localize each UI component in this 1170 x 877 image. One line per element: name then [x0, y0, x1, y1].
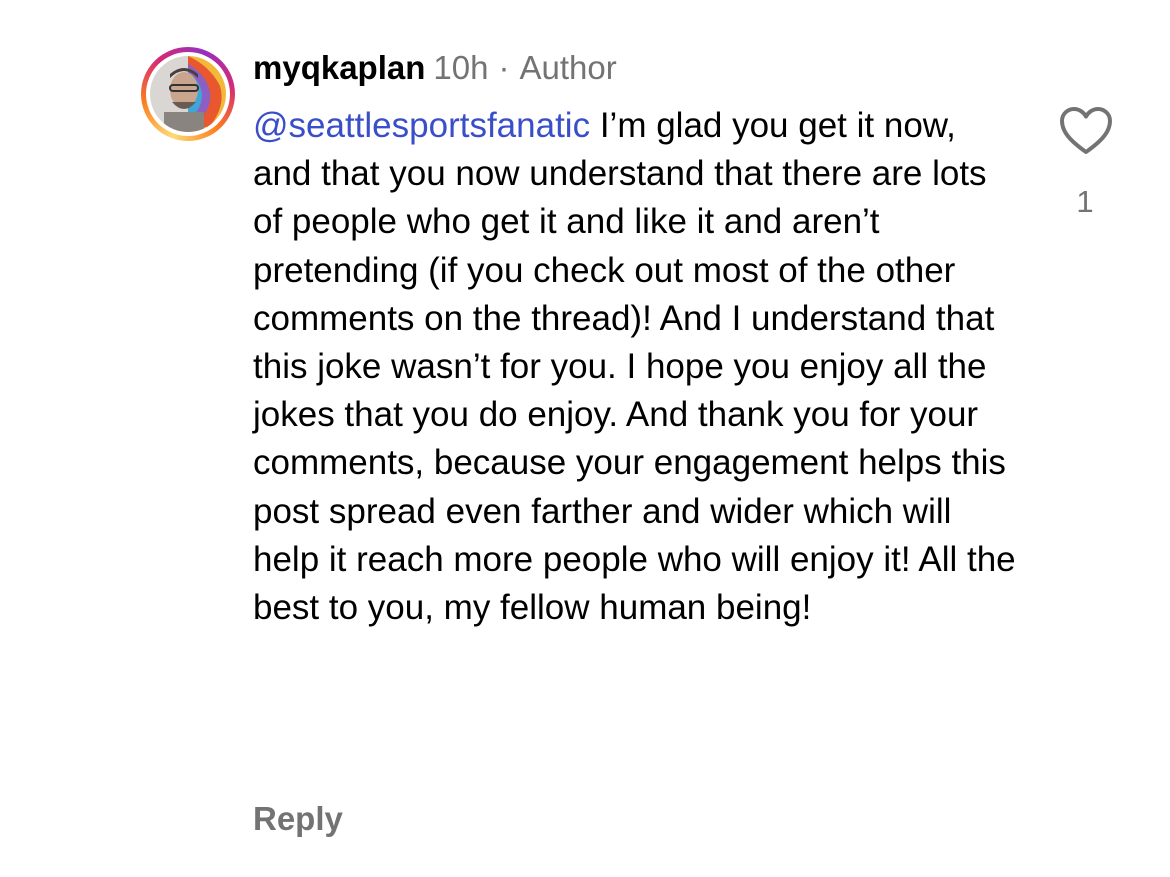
comment-timestamp: 10h — [433, 49, 489, 86]
comment-header: myqkaplan 10h · Author — [253, 45, 617, 91]
meta-separator: · — [498, 49, 510, 86]
reply-button[interactable]: Reply — [253, 796, 343, 842]
like-count: 1 — [1076, 184, 1094, 219]
avatar[interactable] — [150, 56, 226, 132]
avatar-image — [150, 56, 226, 132]
like-button[interactable] — [1059, 104, 1113, 158]
comment-body: @seattlesportsfanatic I’m glad you get i… — [253, 102, 1023, 632]
mention-link[interactable]: @seattlesportsfanatic — [253, 106, 590, 145]
avatar-story-ring[interactable] — [141, 47, 235, 141]
author-badge: Author — [519, 49, 617, 86]
heart-outline-icon — [1060, 107, 1112, 154]
comment-username[interactable]: myqkaplan — [253, 49, 425, 86]
avatar-ring-gap — [146, 52, 230, 136]
comment-text: I’m glad you get it now, and that you no… — [253, 106, 1016, 628]
